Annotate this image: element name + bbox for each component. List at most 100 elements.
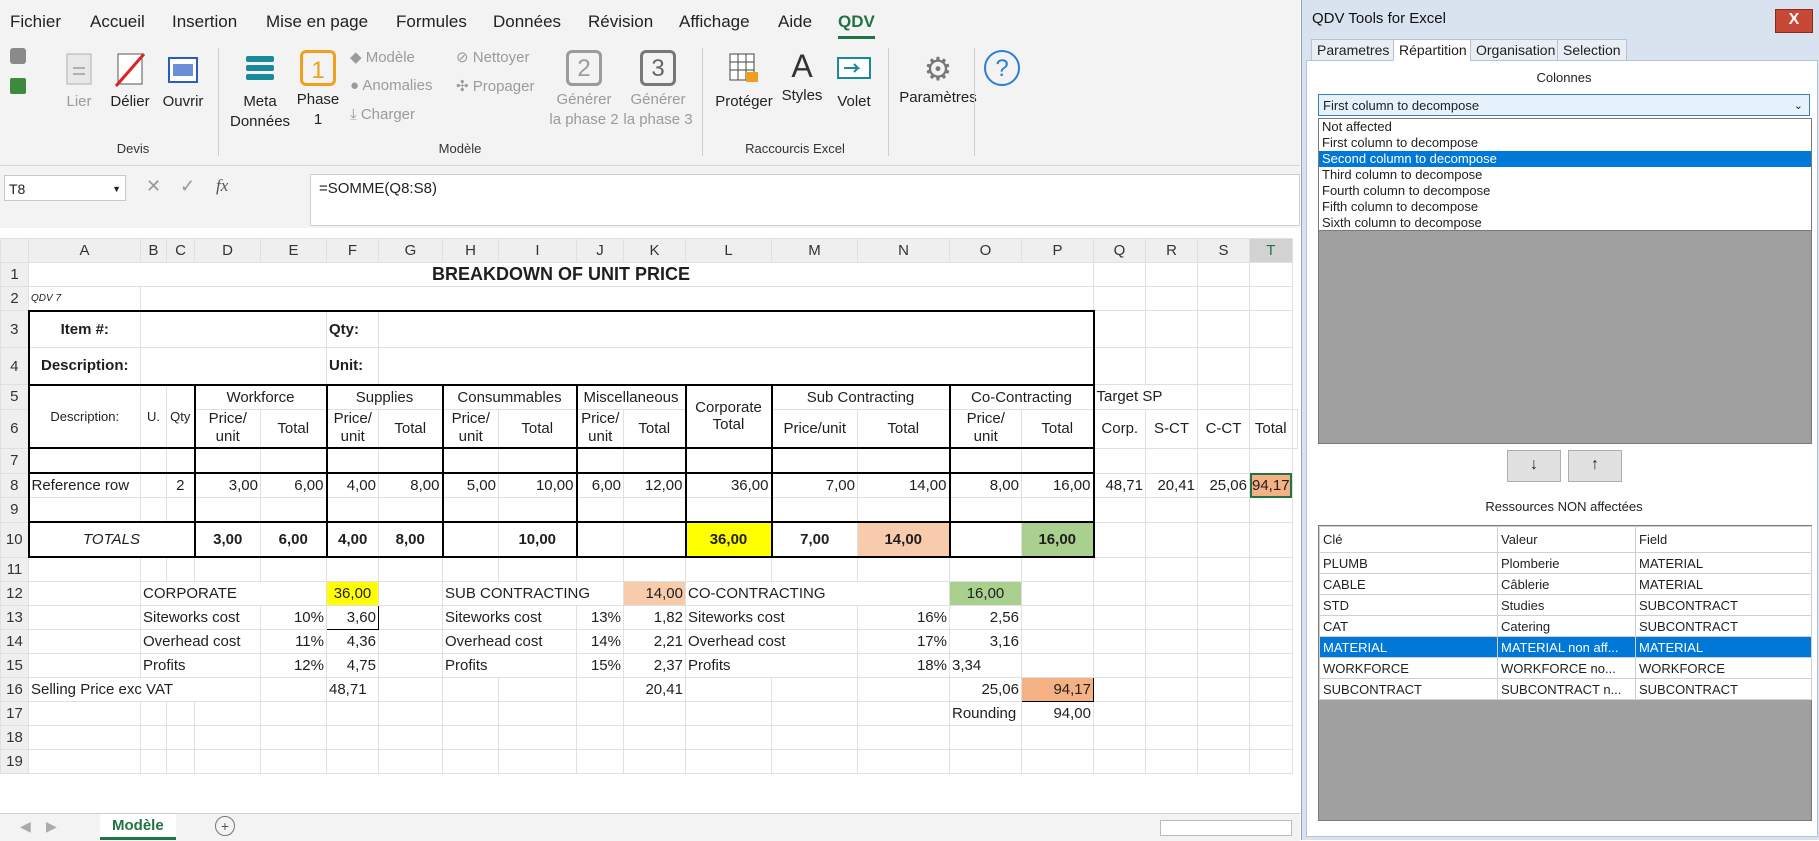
row-header[interactable]: 10: [0, 521, 29, 558]
cell[interactable]: 7,00: [770, 521, 858, 558]
row-header[interactable]: 5: [0, 384, 29, 410]
row-header[interactable]: 7: [0, 447, 29, 474]
total-header[interactable]: Total: [260, 408, 327, 449]
table-row[interactable]: CABLE Câblerie MATERIAL: [1319, 573, 1812, 595]
function-icon[interactable]: fx: [216, 176, 228, 196]
cell[interactable]: 14%: [576, 629, 624, 654]
cell[interactable]: 15%: [576, 653, 624, 678]
price-unit-header[interactable]: Price/ unit: [325, 408, 379, 449]
profits-label[interactable]: Profits: [442, 653, 577, 678]
move-up-button[interactable]: ↑: [1568, 450, 1622, 482]
column-header[interactable]: T: [1249, 238, 1293, 263]
menu-affichage[interactable]: Affichage: [679, 12, 750, 32]
cell[interactable]: 48,71: [1093, 472, 1146, 498]
dropdown-option[interactable]: Fourth column to decompose: [1319, 183, 1811, 199]
styles-button[interactable]: A Styles: [778, 46, 826, 106]
confirm-icon[interactable]: ✓: [180, 176, 195, 197]
menu-formules[interactable]: Formules: [396, 12, 467, 32]
cell[interactable]: 1,82: [623, 605, 686, 630]
column-header[interactable]: I: [498, 238, 577, 263]
column-header[interactable]: Q: [1093, 238, 1146, 263]
column-header[interactable]: A: [28, 238, 141, 263]
total-header[interactable]: Total: [498, 408, 577, 449]
generer-phase3-button[interactable]: 3 Générer la phase 3: [622, 50, 694, 130]
profits-label[interactable]: Profits: [140, 653, 261, 678]
price-unit-header[interactable]: Price/ unit: [575, 408, 624, 449]
overhead-label[interactable]: Overhead cost: [685, 629, 858, 654]
cell[interactable]: 14,00: [857, 521, 950, 558]
charger-button[interactable]: ⤓ Charger: [350, 106, 415, 123]
cell[interactable]: 10,00: [498, 472, 577, 498]
selected-cell[interactable]: 94,17: [1249, 472, 1293, 498]
price-unit-header[interactable]: Price/ unit: [441, 408, 499, 449]
dropdown-option[interactable]: Third column to decompose: [1319, 167, 1811, 183]
column-header[interactable]: Clé: [1319, 526, 1498, 553]
app-icon[interactable]: [10, 78, 26, 94]
cell[interactable]: 6,00: [260, 521, 327, 558]
dropdown-option[interactable]: Fifth column to decompose: [1319, 199, 1811, 215]
lier-button[interactable]: Lier: [58, 50, 100, 112]
column-header[interactable]: C: [166, 238, 195, 263]
cocontracting-title[interactable]: CO-CONTRACTING: [685, 581, 950, 606]
row-header[interactable]: 17: [0, 701, 29, 726]
corporate-title[interactable]: CORPORATE: [140, 581, 327, 606]
column-header[interactable]: S: [1197, 238, 1250, 263]
cell[interactable]: 8,00: [378, 472, 443, 498]
total-header[interactable]: Total: [857, 408, 950, 449]
corner-cell[interactable]: [0, 238, 29, 263]
cell[interactable]: 3,60: [326, 605, 379, 630]
description-label[interactable]: Description:: [27, 347, 141, 385]
cell[interactable]: 16,00: [1021, 472, 1095, 498]
help-icon[interactable]: ?: [984, 50, 1020, 86]
unit-label[interactable]: Unit:: [326, 347, 379, 385]
cube-icon[interactable]: [10, 48, 26, 64]
tab-parametres[interactable]: Parametres: [1311, 39, 1396, 61]
row-header[interactable]: 3: [0, 310, 29, 348]
total-header[interactable]: Total: [623, 408, 686, 449]
cell[interactable]: 3,00: [193, 521, 261, 558]
cell[interactable]: 11%: [260, 629, 327, 654]
qty-header[interactable]: Qty: [166, 383, 195, 449]
cell[interactable]: 4,75: [326, 653, 379, 678]
delier-button[interactable]: Délier: [108, 50, 152, 112]
column-header[interactable]: L: [685, 238, 772, 263]
cell[interactable]: 3,16: [949, 629, 1022, 654]
table-row[interactable]: SUBCONTRACT SUBCONTRACT n... SUBCONTRACT: [1319, 678, 1812, 700]
row-header[interactable]: 2: [0, 286, 29, 311]
cell[interactable]: 7,00: [770, 472, 858, 498]
meta-donnees-button[interactable]: Meta Données: [230, 50, 290, 132]
cct-header[interactable]: C-CT: [1197, 408, 1250, 449]
cell[interactable]: 6,00: [575, 472, 624, 498]
move-down-button[interactable]: ↓: [1507, 450, 1561, 482]
qdv-label[interactable]: QDV 7: [28, 286, 141, 311]
ouvrir-button[interactable]: Ouvrir: [160, 50, 206, 112]
cell[interactable]: 12,00: [623, 472, 686, 498]
siteworks-label[interactable]: Siteworks cost: [140, 605, 261, 630]
cocontracting-header[interactable]: Co-Contracting: [948, 383, 1095, 410]
cell[interactable]: 6,00: [260, 472, 327, 498]
workforce-header[interactable]: Workforce: [193, 383, 327, 410]
propager-button[interactable]: ✣ Propager: [456, 77, 534, 95]
overhead-label[interactable]: Overhead cost: [140, 629, 261, 654]
selling-price-label[interactable]: Selling Price exc VAT: [28, 677, 261, 702]
column-header[interactable]: Field: [1635, 526, 1812, 553]
tab-organisation[interactable]: Organisation: [1470, 39, 1562, 61]
cell[interactable]: 20,41: [1145, 472, 1198, 498]
modele-button[interactable]: ◆ Modèle: [350, 48, 415, 66]
cell[interactable]: 94,00: [1021, 701, 1094, 726]
row-header[interactable]: 15: [0, 653, 29, 678]
cell[interactable]: 5,00: [441, 472, 499, 498]
qty-label[interactable]: Qty:: [326, 309, 379, 348]
generer-phase2-button[interactable]: 2 Générer la phase 2: [548, 50, 620, 130]
cell[interactable]: 48,71: [326, 677, 379, 702]
row-header[interactable]: 19: [0, 749, 29, 774]
sheet-tab-modele[interactable]: Modèle: [100, 814, 176, 840]
cell[interactable]: 14,00: [857, 472, 950, 498]
row-header[interactable]: 9: [0, 497, 29, 523]
row-header[interactable]: 8: [0, 472, 29, 498]
parametres-button[interactable]: ⚙ Paramètres: [898, 50, 978, 108]
profits-label[interactable]: Profits: [685, 653, 858, 678]
cell[interactable]: 4,00: [325, 521, 379, 558]
table-row[interactable]: CAT Catering SUBCONTRACT: [1319, 615, 1812, 637]
row-header[interactable]: 6: [0, 408, 29, 449]
